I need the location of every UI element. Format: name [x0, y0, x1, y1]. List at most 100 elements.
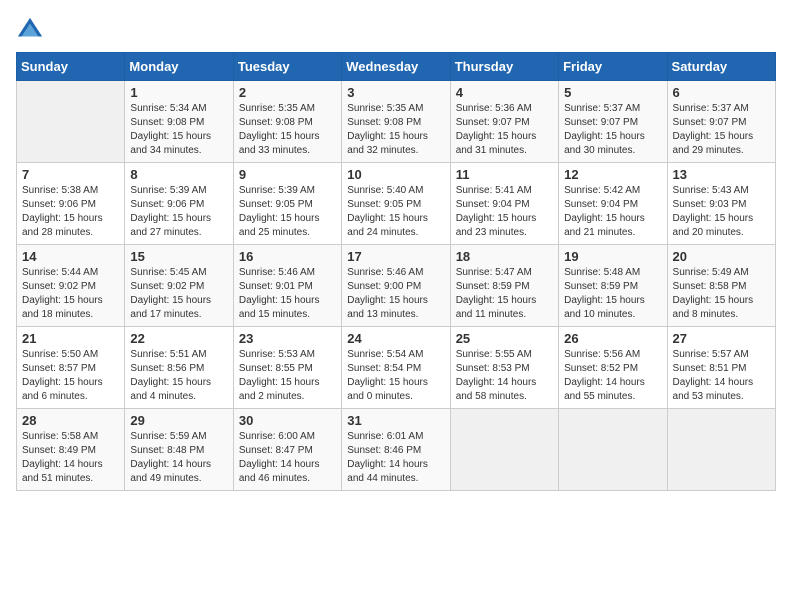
header-row: SundayMondayTuesdayWednesdayThursdayFrid…	[17, 53, 776, 81]
day-info: Sunrise: 5:51 AM Sunset: 8:56 PM Dayligh…	[130, 348, 227, 404]
day-cell: 26Sunrise: 5:56 AM Sunset: 8:52 PM Dayli…	[559, 327, 667, 409]
day-info: Sunrise: 5:46 AM Sunset: 9:01 PM Dayligh…	[239, 266, 336, 322]
day-info: Sunrise: 5:50 AM Sunset: 8:57 PM Dayligh…	[22, 348, 119, 404]
day-number: 17	[347, 249, 444, 264]
day-number: 8	[130, 167, 227, 182]
header-cell-thursday: Thursday	[450, 53, 558, 81]
header-cell-saturday: Saturday	[667, 53, 775, 81]
day-number: 28	[22, 413, 119, 428]
day-cell: 31 Sunrise: 6:01 AM Sunset: 8:46 PM Dayli…	[342, 409, 450, 491]
day-cell: 1 Sunrise: 5:34 AM Sunset: 9:08 PM Daylig…	[125, 81, 233, 163]
day-cell: 24 Sunrise: 5:54 AM Sunset: 8:54 PM Dayli…	[342, 327, 450, 409]
day-cell: 13 Sunrise: 5:43 AM Sunset: 9:03 PM Dayli…	[667, 163, 775, 245]
day-number: 9	[239, 167, 336, 182]
week-row-3: 14 Sunrise: 5:44 AM Sunset: 9:02 PM Dayli…	[17, 245, 776, 327]
day-info: Sunrise: 5:40 AM Sunset: 9:05 PM Dayligh…	[347, 184, 444, 240]
day-number: 7	[22, 167, 119, 182]
day-number: 5	[564, 85, 661, 100]
day-number: 18	[456, 249, 553, 264]
day-number: 3	[347, 85, 444, 100]
week-row-5: 28Sunrise: 5:58 AM Sunset: 8:49 PM Dayli…	[17, 409, 776, 491]
day-info: Sunrise: 5:59 AM Sunset: 8:48 PM Dayligh…	[130, 430, 227, 486]
header-cell-wednesday: Wednesday	[342, 53, 450, 81]
day-cell: 4Sunrise: 5:36 AM Sunset: 9:07 PM Daylig…	[450, 81, 558, 163]
logo-icon	[16, 16, 44, 44]
day-cell: 6Sunrise: 5:37 AM Sunset: 9:07 PM Daylig…	[667, 81, 775, 163]
day-cell: 30Sunrise: 6:00 AM Sunset: 8:47 PM Dayli…	[233, 409, 341, 491]
day-number: 20	[673, 249, 770, 264]
day-info: Sunrise: 6:00 AM Sunset: 8:47 PM Dayligh…	[239, 430, 336, 486]
day-number: 11	[456, 167, 553, 182]
day-info: Sunrise: 5:56 AM Sunset: 8:52 PM Dayligh…	[564, 348, 661, 404]
day-cell: 22 Sunrise: 5:51 AM Sunset: 8:56 PM Dayli…	[125, 327, 233, 409]
header-cell-sunday: Sunday	[17, 53, 125, 81]
day-number: 15	[130, 249, 227, 264]
header-cell-monday: Monday	[125, 53, 233, 81]
logo	[16, 16, 48, 44]
day-info: Sunrise: 5:54 AM Sunset: 8:54 PM Dayligh…	[347, 348, 444, 404]
day-number: 22	[130, 331, 227, 346]
day-number: 27	[673, 331, 770, 346]
day-cell: 18 Sunrise: 5:47 AM Sunset: 8:59 PM Dayli…	[450, 245, 558, 327]
day-cell: 11 Sunrise: 5:41 AM Sunset: 9:04 PM Dayli…	[450, 163, 558, 245]
day-info: Sunrise: 5:48 AM Sunset: 8:59 PM Dayligh…	[564, 266, 661, 322]
day-info: Sunrise: 5:42 AM Sunset: 9:04 PM Dayligh…	[564, 184, 661, 240]
day-cell: 16 Sunrise: 5:46 AM Sunset: 9:01 PM Dayli…	[233, 245, 341, 327]
header-cell-friday: Friday	[559, 53, 667, 81]
day-number: 6	[673, 85, 770, 100]
day-cell: 2 Sunrise: 5:35 AM Sunset: 9:08 PM Daylig…	[233, 81, 341, 163]
day-number: 13	[673, 167, 770, 182]
day-info: Sunrise: 5:44 AM Sunset: 9:02 PM Dayligh…	[22, 266, 119, 322]
day-cell: 10 Sunrise: 5:40 AM Sunset: 9:05 PM Dayli…	[342, 163, 450, 245]
day-cell: 25Sunrise: 5:55 AM Sunset: 8:53 PM Dayli…	[450, 327, 558, 409]
day-cell: 28Sunrise: 5:58 AM Sunset: 8:49 PM Dayli…	[17, 409, 125, 491]
day-info: Sunrise: 5:53 AM Sunset: 8:55 PM Dayligh…	[239, 348, 336, 404]
day-cell: 21 Sunrise: 5:50 AM Sunset: 8:57 PM Dayli…	[17, 327, 125, 409]
week-row-1: 1 Sunrise: 5:34 AM Sunset: 9:08 PM Daylig…	[17, 81, 776, 163]
day-info: Sunrise: 5:43 AM Sunset: 9:03 PM Dayligh…	[673, 184, 770, 240]
day-number: 14	[22, 249, 119, 264]
day-cell: 12Sunrise: 5:42 AM Sunset: 9:04 PM Dayli…	[559, 163, 667, 245]
day-info: Sunrise: 5:37 AM Sunset: 9:07 PM Dayligh…	[564, 102, 661, 158]
day-cell	[450, 409, 558, 491]
day-number: 19	[564, 249, 661, 264]
day-cell: 5 Sunrise: 5:37 AM Sunset: 9:07 PM Daylig…	[559, 81, 667, 163]
day-cell: 27 Sunrise: 5:57 AM Sunset: 8:51 PM Dayli…	[667, 327, 775, 409]
day-number: 10	[347, 167, 444, 182]
day-number: 31	[347, 413, 444, 428]
day-cell: 8 Sunrise: 5:39 AM Sunset: 9:06 PM Daylig…	[125, 163, 233, 245]
week-row-4: 21 Sunrise: 5:50 AM Sunset: 8:57 PM Dayli…	[17, 327, 776, 409]
day-info: Sunrise: 5:35 AM Sunset: 9:08 PM Dayligh…	[347, 102, 444, 158]
day-info: Sunrise: 5:35 AM Sunset: 9:08 PM Dayligh…	[239, 102, 336, 158]
day-cell	[667, 409, 775, 491]
day-info: Sunrise: 5:45 AM Sunset: 9:02 PM Dayligh…	[130, 266, 227, 322]
day-number: 1	[130, 85, 227, 100]
page-header	[16, 16, 776, 44]
day-info: Sunrise: 5:49 AM Sunset: 8:58 PM Dayligh…	[673, 266, 770, 322]
day-info: Sunrise: 5:34 AM Sunset: 9:08 PM Dayligh…	[130, 102, 227, 158]
day-info: Sunrise: 5:57 AM Sunset: 8:51 PM Dayligh…	[673, 348, 770, 404]
day-info: Sunrise: 6:01 AM Sunset: 8:46 PM Dayligh…	[347, 430, 444, 486]
day-number: 16	[239, 249, 336, 264]
day-info: Sunrise: 5:55 AM Sunset: 8:53 PM Dayligh…	[456, 348, 553, 404]
day-info: Sunrise: 5:47 AM Sunset: 8:59 PM Dayligh…	[456, 266, 553, 322]
day-cell: 17Sunrise: 5:46 AM Sunset: 9:00 PM Dayli…	[342, 245, 450, 327]
day-number: 2	[239, 85, 336, 100]
day-info: Sunrise: 5:39 AM Sunset: 9:06 PM Dayligh…	[130, 184, 227, 240]
day-cell: 14 Sunrise: 5:44 AM Sunset: 9:02 PM Dayli…	[17, 245, 125, 327]
day-info: Sunrise: 5:41 AM Sunset: 9:04 PM Dayligh…	[456, 184, 553, 240]
day-number: 23	[239, 331, 336, 346]
day-cell: 19 Sunrise: 5:48 AM Sunset: 8:59 PM Dayli…	[559, 245, 667, 327]
day-cell: 20 Sunrise: 5:49 AM Sunset: 8:58 PM Dayli…	[667, 245, 775, 327]
day-number: 29	[130, 413, 227, 428]
day-info: Sunrise: 5:38 AM Sunset: 9:06 PM Dayligh…	[22, 184, 119, 240]
day-number: 21	[22, 331, 119, 346]
day-cell: 29 Sunrise: 5:59 AM Sunset: 8:48 PM Dayli…	[125, 409, 233, 491]
day-number: 4	[456, 85, 553, 100]
day-cell: 3 Sunrise: 5:35 AM Sunset: 9:08 PM Daylig…	[342, 81, 450, 163]
day-cell: 7 Sunrise: 5:38 AM Sunset: 9:06 PM Daylig…	[17, 163, 125, 245]
day-number: 24	[347, 331, 444, 346]
day-cell	[17, 81, 125, 163]
day-cell: 23 Sunrise: 5:53 AM Sunset: 8:55 PM Dayli…	[233, 327, 341, 409]
day-cell: 9Sunrise: 5:39 AM Sunset: 9:05 PM Daylig…	[233, 163, 341, 245]
